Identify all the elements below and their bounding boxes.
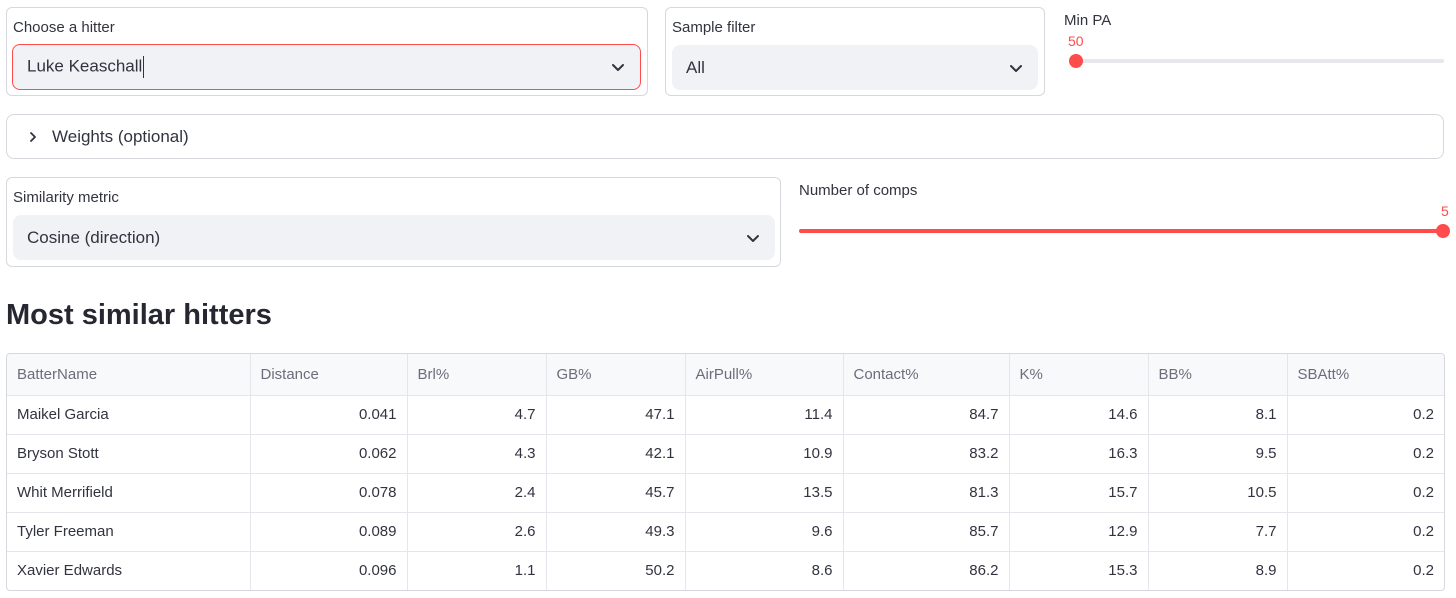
sample-filter-value: All — [686, 57, 705, 77]
stat-cell: 16.3 — [1009, 434, 1149, 474]
min-pa-label: Min PA — [1064, 12, 1112, 29]
column-header[interactable]: K% — [1009, 354, 1149, 396]
stat-cell: 2.4 — [407, 473, 547, 513]
sample-filter-container: Sample filter All — [665, 7, 1045, 96]
stat-cell: 84.7 — [843, 395, 1010, 435]
table-row: Xavier Edwards 0.096 1.1 50.2 8.6 86.2 15.3 8.9… — [7, 551, 1444, 590]
stat-cell: 45.7 — [546, 473, 686, 513]
similarity-metric-container: Similarity metric Cosine (direction) — [6, 177, 781, 267]
table-row: Maikel Garcia 0.041 4.7 47.1 11.4 84.7 14.6 8.1… — [7, 395, 1444, 435]
table-header-row: BatterName Distance Brl% GB% AirPull% Contact… — [7, 354, 1444, 396]
stat-cell: 4.3 — [407, 434, 547, 474]
stat-cell: 13.5 — [685, 473, 844, 513]
stat-cell: 0.062 — [250, 434, 408, 474]
column-header[interactable]: Distance — [250, 354, 408, 396]
stat-cell: 7.7 — [1148, 512, 1288, 552]
hitter-select-label: Choose a hitter — [13, 19, 115, 36]
stat-cell: 49.3 — [546, 512, 686, 552]
chevron-right-icon — [30, 132, 36, 142]
batter-name-cell: Bryson Stott — [7, 434, 251, 474]
hitter-select-value: Luke Keaschall — [27, 56, 143, 76]
stat-cell: 10.9 — [685, 434, 844, 474]
stat-cell: 0.096 — [250, 551, 408, 590]
stat-cell: 0.2 — [1287, 473, 1444, 513]
stat-cell: 81.3 — [843, 473, 1010, 513]
similarity-metric-label: Similarity metric — [13, 189, 119, 206]
chevron-down-icon — [1010, 64, 1022, 72]
stat-cell: 0.2 — [1287, 434, 1444, 474]
table-row: Whit Merrifield 0.078 2.4 45.7 13.5 81.3 15.7 1… — [7, 473, 1444, 513]
num-comps-slider-thumb[interactable] — [1436, 224, 1450, 238]
batter-name-cell: Xavier Edwards — [7, 551, 251, 590]
stat-cell: 0.041 — [250, 395, 408, 435]
chevron-down-icon — [612, 64, 624, 71]
text-caret — [143, 56, 145, 78]
stat-cell: 0.2 — [1413, 562, 1434, 580]
stat-cell: 9.5 — [1148, 434, 1288, 474]
chevron-down-icon — [747, 234, 759, 242]
stat-cell: 4.7 — [407, 395, 547, 435]
stat-cell: 9.6 — [685, 512, 844, 552]
batter-name-cell: Tyler Freeman — [7, 512, 251, 552]
min-pa-slider-track[interactable] — [1070, 59, 1444, 63]
column-header[interactable]: Brl% — [407, 354, 547, 396]
sample-filter-select[interactable]: All — [672, 45, 1038, 90]
column-header[interactable]: BatterName — [7, 354, 251, 396]
stat-cell: 86.2 — [843, 551, 1010, 590]
min-pa-slider-thumb[interactable] — [1069, 54, 1083, 68]
min-pa-value: 50 — [1068, 33, 1084, 49]
stat-cell: 15.7 — [1009, 473, 1149, 513]
column-header[interactable]: BB% — [1148, 354, 1288, 396]
stat-cell: 0.089 — [250, 512, 408, 552]
column-header[interactable]: SBAtt% — [1287, 354, 1444, 396]
stat-cell: 12.9 — [1009, 512, 1149, 552]
stat-cell: 1.1 — [407, 551, 547, 590]
num-comps-label: Number of comps — [799, 182, 918, 199]
sample-filter-label: Sample filter — [672, 19, 756, 36]
stat-cell: 8.6 — [685, 551, 844, 590]
stat-cell: 14.6 — [1009, 395, 1149, 435]
weights-expander[interactable]: Weights (optional) — [6, 114, 1444, 159]
stat-cell: 42.1 — [546, 434, 686, 474]
column-header[interactable]: Contact% — [843, 354, 1010, 396]
weights-expander-label: Weights (optional) — [52, 127, 189, 146]
stat-cell: 8.9 — [1148, 551, 1288, 590]
batter-name-cell: Whit Merrifield — [7, 473, 251, 513]
stat-cell: 47.1 — [546, 395, 686, 435]
stat-cell: 0.2 — [1287, 395, 1444, 435]
results-table: BatterName Distance Brl% GB% AirPull% Contact… — [6, 353, 1445, 591]
stat-cell: 15.3 — [1009, 551, 1149, 590]
hitter-select-container: Choose a hitter Luke Keaschall — [6, 7, 648, 96]
hitter-select[interactable]: Luke Keaschall — [12, 44, 641, 90]
similarity-metric-value: Cosine (direction) — [27, 227, 161, 247]
batter-name-cell: Maikel Garcia — [7, 395, 251, 435]
stat-cell: 0.2 — [1287, 512, 1444, 552]
stat-cell: 8.1 — [1148, 395, 1288, 435]
column-header[interactable]: GB% — [546, 354, 686, 396]
num-comps-slider-track[interactable] — [799, 229, 1444, 233]
stat-cell: 50.2 — [546, 551, 686, 590]
stat-cell: 11.4 — [685, 395, 844, 435]
table-row: Tyler Freeman 0.089 2.6 49.3 9.6 85.7 12.9 7.7 0… — [7, 512, 1444, 552]
stat-cell: 83.2 — [843, 434, 1010, 474]
results-title: Most similar hitters — [6, 299, 272, 331]
stat-cell: 10.5 — [1148, 473, 1288, 513]
column-header[interactable]: AirPull% — [685, 354, 844, 396]
table-row: Bryson Stott 0.062 4.3 42.1 10.9 83.2 16.3 9.5 0… — [7, 434, 1444, 474]
similarity-metric-select[interactable]: Cosine (direction) — [13, 215, 775, 260]
stat-cell: 0.078 — [250, 473, 408, 513]
stat-cell: 2.6 — [407, 512, 547, 552]
stat-cell: 85.7 — [843, 512, 1010, 552]
num-comps-value: 5 — [1441, 203, 1449, 219]
